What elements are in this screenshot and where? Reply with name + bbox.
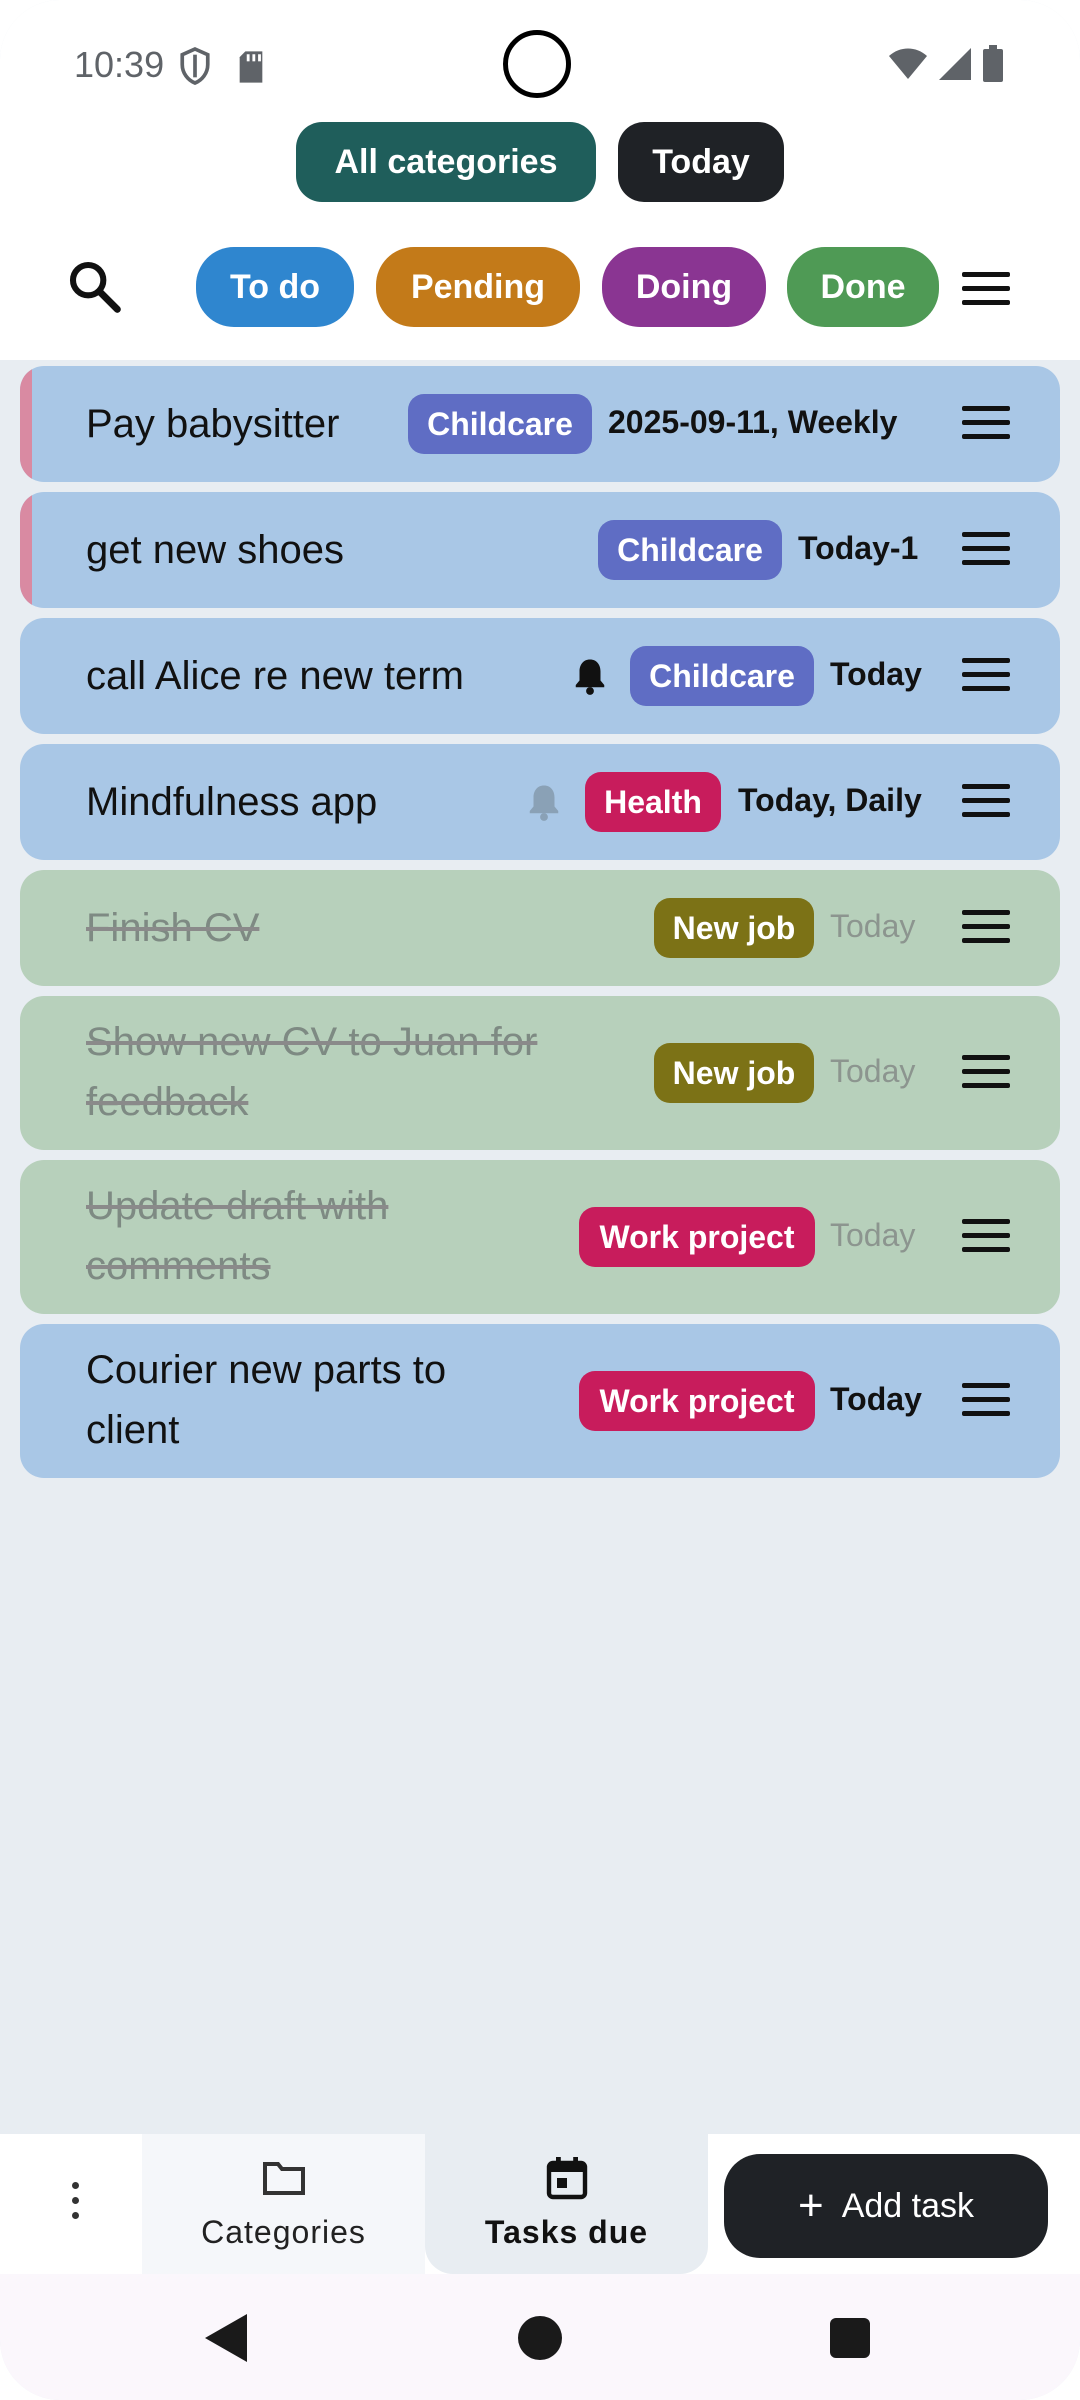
- category-tag[interactable]: Work project: [579, 1207, 815, 1267]
- task-row[interactable]: Show new CV to Juan for feedback New job…: [20, 996, 1060, 1150]
- due-date: Today, Daily: [738, 782, 922, 818]
- drag-handle-icon[interactable]: [962, 1055, 1010, 1091]
- done-filter[interactable]: Done: [787, 247, 939, 327]
- shield-icon: [180, 46, 210, 85]
- more-options-icon[interactable]: [70, 2182, 80, 2222]
- doing-filter[interactable]: Doing: [602, 247, 766, 327]
- task-title-line2: client: [86, 1408, 180, 1452]
- wifi-icon: [889, 48, 927, 79]
- back-icon[interactable]: [205, 2314, 247, 2362]
- due-date: Today: [830, 1217, 916, 1253]
- nav-tasks-due[interactable]: Tasks due: [425, 2134, 708, 2274]
- category-tag[interactable]: Childcare: [408, 394, 592, 454]
- nav-categories[interactable]: Categories: [142, 2134, 425, 2274]
- category-tag[interactable]: Health: [585, 772, 721, 832]
- due-date: Today: [830, 1053, 916, 1089]
- search-icon[interactable]: [66, 258, 122, 314]
- task-title: get new shoes: [86, 528, 344, 572]
- drag-handle-icon[interactable]: [962, 784, 1010, 820]
- bell-icon[interactable]: [526, 782, 562, 822]
- nav-categories-label: Categories: [201, 2214, 366, 2250]
- task-title-line1: Courier new parts to: [86, 1348, 447, 1392]
- cellular-signal-icon: [939, 48, 971, 80]
- status-icons: [888, 44, 1004, 84]
- bell-icon[interactable]: [572, 656, 608, 696]
- due-date: 2025-09-11, Weekly: [608, 404, 898, 440]
- status-time: 10:39: [74, 44, 165, 85]
- filter-header: All categories Today To do Pending Doing…: [0, 120, 1080, 360]
- priority-stripe: [20, 492, 32, 608]
- today-filter[interactable]: Today: [618, 122, 784, 202]
- home-icon[interactable]: [518, 2316, 562, 2360]
- task-row[interactable]: Mindfulness app Health Today, Daily: [20, 744, 1060, 860]
- plus-icon: +: [797, 2181, 824, 2230]
- calendar-icon: [546, 2157, 588, 2200]
- sd-card-icon: [239, 51, 263, 83]
- folder-icon: [263, 2162, 305, 2195]
- task-row[interactable]: Pay babysitter Childcare 2025-09-11, Wee…: [20, 366, 1060, 482]
- drag-handle-icon[interactable]: [962, 910, 1010, 946]
- task-row[interactable]: Update draft with comments Work project …: [20, 1160, 1060, 1314]
- recent-apps-icon[interactable]: [830, 2318, 870, 2358]
- camera-cutout: [503, 30, 571, 98]
- due-date: Today-1: [798, 530, 919, 566]
- task-row[interactable]: Finish CV New job Today: [20, 870, 1060, 986]
- category-tag[interactable]: Childcare: [630, 646, 814, 706]
- task-title: Finish CV: [86, 906, 260, 950]
- todo-filter[interactable]: To do: [196, 247, 354, 327]
- pending-filter[interactable]: Pending: [376, 247, 580, 327]
- due-date: Today: [830, 656, 922, 692]
- category-tag[interactable]: New job: [654, 1043, 814, 1103]
- add-task-label: Add task: [841, 2186, 974, 2225]
- drag-handle-icon[interactable]: [962, 532, 1010, 568]
- task-title-line1: Show new CV to Juan for: [86, 1020, 538, 1064]
- app-screen: 10:39 All categories Today To do Pending…: [0, 0, 1080, 2400]
- task-title-line1: Update draft with: [86, 1184, 389, 1228]
- category-tag[interactable]: Work project: [579, 1371, 815, 1431]
- add-task-button[interactable]: + Add task: [724, 2154, 1048, 2258]
- task-row[interactable]: call Alice re new term Childcare Today: [20, 618, 1060, 734]
- nav-tasks-due-label: Tasks due: [484, 2214, 649, 2250]
- task-title: Mindfulness app: [86, 780, 378, 824]
- task-title: Pay babysitter: [86, 402, 340, 446]
- task-row[interactable]: Courier new parts to client Work project…: [20, 1324, 1060, 1478]
- task-title: call Alice re new term: [86, 654, 464, 698]
- all-categories-filter[interactable]: All categories: [296, 122, 596, 202]
- task-title-line2: comments: [86, 1244, 271, 1288]
- hamburger-menu-icon[interactable]: [962, 272, 1010, 308]
- battery-icon: [983, 45, 1003, 82]
- category-tag[interactable]: New job: [654, 898, 814, 958]
- status-bar: 10:39: [0, 0, 1080, 120]
- drag-handle-icon[interactable]: [962, 658, 1010, 694]
- task-title-line2: feedback: [86, 1080, 249, 1124]
- priority-stripe: [20, 366, 32, 482]
- system-navigation-bar: [0, 2274, 1080, 2400]
- due-date: Today: [830, 1381, 922, 1417]
- bottom-app-bar: Categories Tasks due + Add task: [0, 2134, 1080, 2274]
- task-row[interactable]: get new shoes Childcare Today-1: [20, 492, 1060, 608]
- drag-handle-icon[interactable]: [962, 1219, 1010, 1255]
- due-date: Today: [830, 908, 916, 944]
- drag-handle-icon[interactable]: [962, 1383, 1010, 1419]
- category-tag[interactable]: Childcare: [598, 520, 782, 580]
- drag-handle-icon[interactable]: [962, 406, 1010, 442]
